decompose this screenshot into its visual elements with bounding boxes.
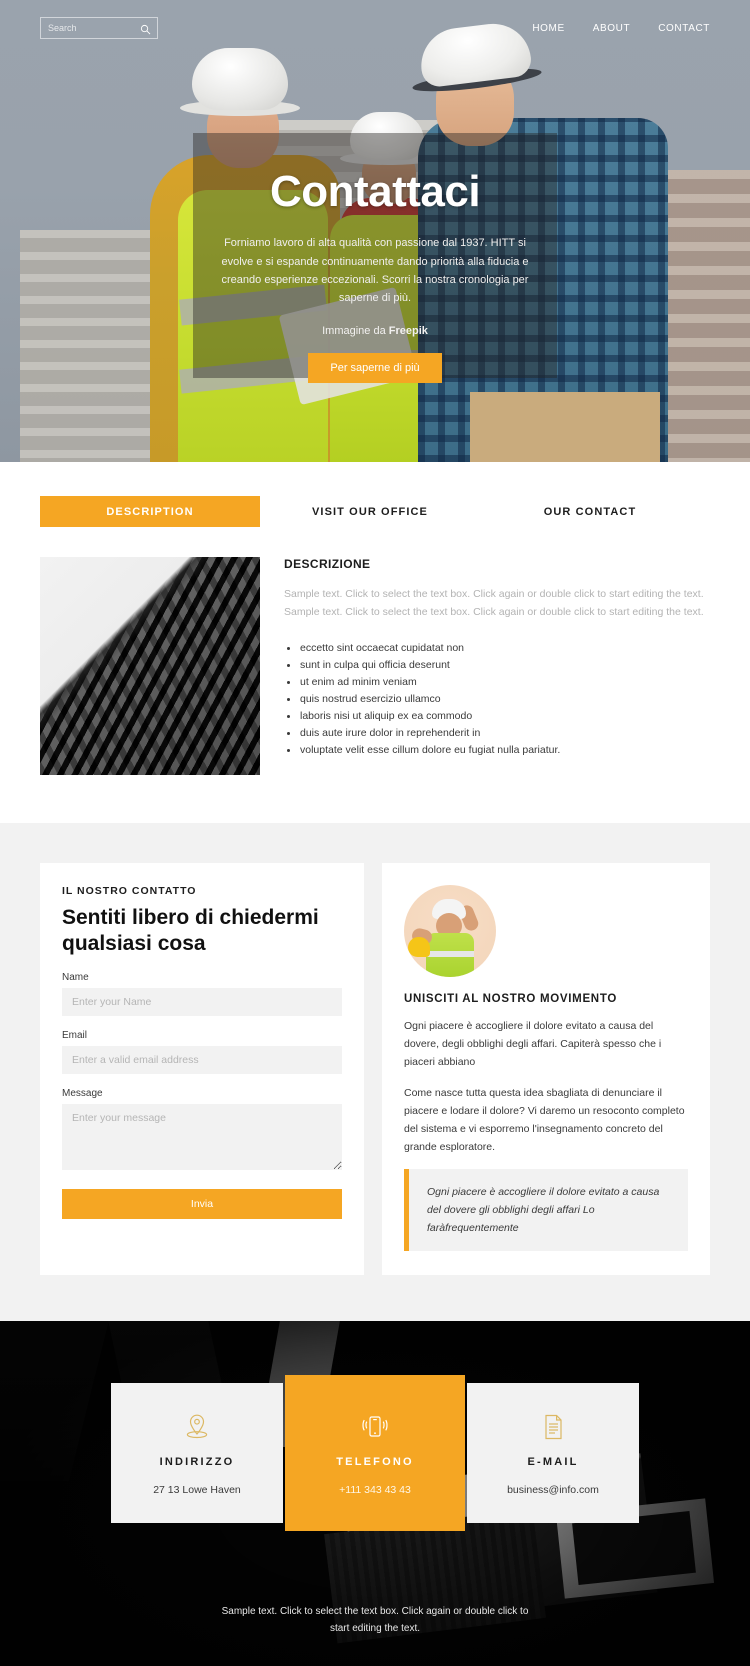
contact-form-eyebrow: IL NOSTRO CONTATTO [62, 885, 197, 897]
info-title: INDIRIZZO [159, 1456, 235, 1469]
message-textarea[interactable] [62, 1103, 342, 1170]
panel-paragraph: Sample text. Click to select the text bo… [284, 588, 704, 619]
tab-description[interactable]: DESCRIPTION [40, 496, 260, 527]
tab-panel-body: DESCRIZIONE Sample text. Click to select… [284, 557, 710, 775]
list-item: sunt in culpa qui officia deserunt [284, 657, 710, 674]
main-nav: HOME ABOUT CONTACT [532, 23, 710, 34]
movement-card: UNISCITI AL NOSTRO MOVIMENTO Ogni piacer… [382, 863, 710, 1276]
panel-feature-list: eccetto sint occaecat cupidatat non sunt… [284, 640, 710, 759]
list-item: quis nostrud esercizio ullamco [284, 691, 710, 708]
hero-cta-button[interactable]: Per saperne di più [308, 352, 442, 383]
top-navigation-bar: HOME ABOUT CONTACT [0, 0, 750, 56]
search-input[interactable] [41, 18, 157, 38]
footer-text: Sample text. Click to select the text bo… [221, 1606, 529, 1635]
contact-info-section: INDIRIZZO 27 13 Lowe Haven TELEFONO +111… [0, 1321, 750, 1666]
movement-heading: UNISCITI AL NOSTRO MOVIMENTO [404, 993, 617, 1005]
contact-info-row: INDIRIZZO 27 13 Lowe Haven TELEFONO +111… [0, 1375, 750, 1532]
list-item: laboris nisi ut aliquip ex ea commodo [284, 708, 710, 725]
list-item: ut enim ad minim veniam [284, 674, 710, 691]
submit-button[interactable]: Invia [62, 1188, 342, 1219]
document-icon [540, 1410, 566, 1444]
info-value: 27 13 Lowe Haven [153, 1484, 241, 1497]
email-input[interactable] [62, 1045, 342, 1074]
hero-content: Contattaci Forniamo lavoro di alta quali… [0, 167, 750, 383]
nav-link-about[interactable]: ABOUT [593, 23, 630, 34]
tabs-section: DESCRIPTION VISIT OUR OFFICE OUR CONTACT… [0, 462, 750, 823]
avatar-vest-stripe [426, 951, 474, 957]
architecture-photo [40, 557, 260, 775]
hero-section: HOME ABOUT CONTACT Contattaci Forniamo l… [0, 0, 750, 462]
tab-our-contact[interactable]: OUR CONTACT [480, 496, 700, 527]
name-field-label: Name [62, 971, 89, 983]
contact-section: IL NOSTRO CONTATTO Sentiti libero di chi… [0, 823, 750, 1322]
email-field-label: Email [62, 1029, 88, 1041]
avatar-yellow-hardhat [408, 937, 430, 957]
contact-form-card: IL NOSTRO CONTATTO Sentiti libero di chi… [40, 863, 364, 1276]
contact-form-heading: Sentiti libero di chiedermi qualsiasi co… [62, 906, 319, 956]
architecture-photo-texture [40, 557, 260, 775]
avatar [404, 885, 496, 977]
worker-three-pants [470, 392, 660, 462]
info-box-address[interactable]: INDIRIZZO 27 13 Lowe Haven [111, 1383, 283, 1524]
info-value: business@info.com [507, 1484, 599, 1497]
nav-link-contact[interactable]: CONTACT [658, 23, 710, 34]
tab-list: DESCRIPTION VISIT OUR OFFICE OUR CONTACT [40, 496, 710, 527]
panel-heading: DESCRIZIONE [284, 557, 371, 571]
page-title: Contattaci [269, 167, 481, 216]
movement-quote: Ogni piacere è accogliere il dolore evit… [404, 1169, 688, 1252]
list-item: eccetto sint occaecat cupidatat non [284, 640, 710, 657]
info-box-phone[interactable]: TELEFONO +111 343 43 43 [285, 1375, 465, 1532]
message-field-label: Message [62, 1087, 103, 1099]
info-box-email[interactable]: E-MAIL business@info.com [467, 1383, 639, 1524]
phone-icon [359, 1410, 391, 1444]
map-pin-icon [183, 1410, 211, 1444]
hero-description: Forniamo lavoro di alta qualità con pass… [221, 237, 529, 304]
tab-visit-our-office[interactable]: VISIT OUR OFFICE [260, 496, 480, 527]
search-box[interactable] [40, 17, 158, 39]
hero-image-credit: Immagine da Freepik [0, 325, 750, 337]
tab-panel-description: DESCRIZIONE Sample text. Click to select… [40, 557, 710, 775]
hero-credit-source[interactable]: Freepik [389, 325, 428, 337]
info-title: E-MAIL [527, 1456, 579, 1469]
name-input[interactable] [62, 987, 342, 1016]
movement-paragraph-2: Come nasce tutta questa idea sbagliata d… [404, 1087, 685, 1154]
info-title: TELEFONO [336, 1456, 414, 1469]
info-value: +111 343 43 43 [339, 1484, 411, 1497]
list-item: duis aute irure dolor in reprehenderit i… [284, 725, 710, 742]
movement-paragraph-1: Ogni piacere è accogliere il dolore evit… [404, 1020, 662, 1069]
nav-link-home[interactable]: HOME [532, 23, 564, 34]
worker-one-helmet [192, 48, 288, 110]
hero-credit-prefix: Immagine da [322, 324, 389, 337]
list-item: voluptate velit esse cillum dolore eu fu… [284, 742, 710, 759]
